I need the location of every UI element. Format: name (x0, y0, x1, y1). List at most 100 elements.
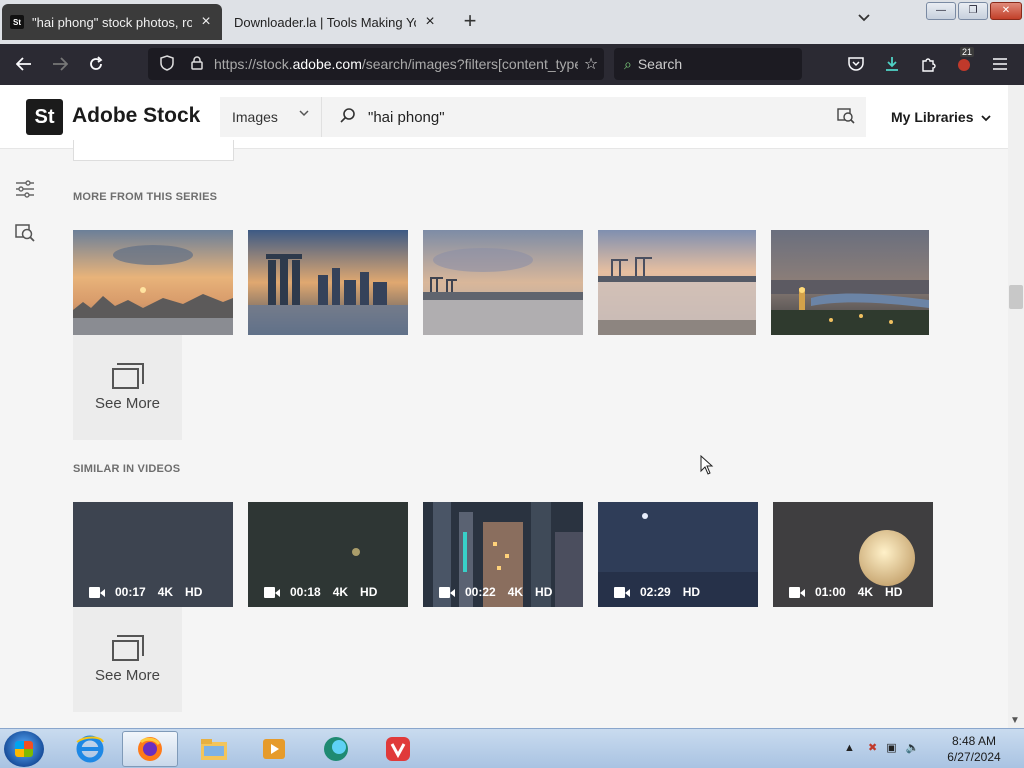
photo-thumbnail[interactable] (423, 230, 583, 335)
photo-thumbnail[interactable] (771, 230, 929, 335)
adobe-stock-favicon-icon: St (10, 15, 24, 29)
video-meta: 00:22 4K HD (423, 585, 583, 599)
video-meta: 00:17 4K HD (73, 585, 233, 599)
video-tag: HD (885, 585, 903, 599)
media-player-icon[interactable] (246, 731, 302, 767)
tab-close-icon[interactable]: × (198, 13, 214, 31)
video-tag: 4K (332, 585, 349, 599)
search-engine-icon: ⌕ (624, 55, 632, 72)
network-icon[interactable]: ✖ (868, 742, 877, 754)
video-tag: 4K (857, 585, 874, 599)
tab-adobe-stock[interactable]: St "hai phong" stock photos, royalty-fre… (2, 4, 222, 40)
visual-search-icon[interactable] (826, 106, 866, 128)
adobe-stock-logo[interactable]: St (26, 99, 63, 135)
see-more-label: See More (94, 667, 161, 684)
forward-arrow-icon[interactable] (48, 52, 72, 76)
adobe-stock-wordmark[interactable]: Adobe Stock (72, 104, 200, 128)
video-meta: 01:00 4K HD (773, 585, 933, 599)
scrollbar-thumb[interactable] (1009, 285, 1023, 309)
video-duration: 01:00 (815, 585, 846, 599)
video-meta: 02:29 HD (598, 585, 758, 599)
video-camera-icon (614, 586, 630, 598)
stack-images-icon (111, 635, 144, 661)
video-tag: 4K (157, 585, 174, 599)
mouse-cursor-icon (700, 455, 714, 475)
scroll-down-arrow-icon[interactable]: ▼ (1010, 715, 1020, 726)
extensions-puzzle-icon[interactable] (916, 52, 940, 76)
window-minimize-button[interactable]: — (926, 2, 956, 20)
shield-icon[interactable] (156, 54, 178, 74)
stock-search-input[interactable]: "hai phong" (322, 97, 866, 137)
url-text[interactable]: https://stock.adobe.com/search/images?fi… (214, 56, 578, 72)
window-maximize-button[interactable]: ❐ (958, 2, 988, 20)
video-camera-icon (264, 586, 280, 598)
vivaldi-icon[interactable] (370, 731, 426, 767)
search-query-text[interactable]: "hai phong" (368, 109, 826, 126)
search-placeholder: Search (637, 56, 683, 72)
browser-tabstrip: St "hai phong" stock photos, royalty-fre… (0, 0, 1024, 44)
taskbar-clock[interactable]: 8:48 AM 6/27/2024 (944, 733, 1004, 765)
downloads-icon[interactable] (880, 52, 904, 76)
photo-thumbnail[interactable] (598, 230, 756, 335)
video-thumbnail[interactable]: 00:18 4K HD (248, 502, 408, 607)
chevron-down-icon (299, 108, 309, 120)
content-type-select[interactable]: Images (220, 97, 322, 137)
clock-date: 6/27/2024 (947, 750, 1001, 764)
back-arrow-icon[interactable] (12, 52, 36, 76)
video-thumbnail[interactable]: 00:17 4K HD (73, 502, 233, 607)
firefox-taskbar-icon[interactable] (122, 731, 178, 767)
video-tag: HD (185, 585, 203, 599)
visual-search-icon[interactable] (14, 222, 36, 244)
bookmark-star-icon[interactable]: ☆ (578, 54, 604, 74)
video-duration: 02:29 (640, 585, 671, 599)
video-tag: 4K (507, 585, 524, 599)
new-tab-button[interactable]: + (458, 8, 482, 36)
tab-downloader[interactable]: Downloader.la | Tools Making Your Life E… (226, 4, 446, 40)
video-duration: 00:17 (115, 585, 146, 599)
app-globe-icon[interactable] (308, 731, 364, 767)
browser-search-field[interactable]: ⌕ Search (614, 48, 802, 80)
reload-icon[interactable] (84, 52, 108, 76)
tab-title: "hai phong" stock photos, royalty-free (32, 14, 192, 30)
my-libraries-menu[interactable]: My Libraries (891, 109, 992, 125)
windows-taskbar: ▲ ✖ ▣ 🔈 8:48 AM 6/27/2024 (0, 728, 1024, 768)
stack-images-icon (111, 363, 144, 389)
address-bar[interactable]: https://stock.adobe.com/search/images?fi… (148, 48, 604, 80)
video-thumbnail[interactable]: 00:22 4K HD (423, 502, 583, 607)
window-close-button[interactable]: ✕ (990, 2, 1022, 20)
action-center-icon[interactable]: ▣ (886, 742, 896, 754)
clock-time: 8:48 AM (951, 734, 997, 748)
lock-icon[interactable] (186, 55, 208, 73)
video-tag: HD (535, 585, 553, 599)
pocket-icon[interactable] (844, 52, 868, 76)
video-camera-icon (439, 586, 455, 598)
video-camera-icon (89, 586, 105, 598)
volume-icon[interactable]: 🔈 (906, 742, 920, 754)
tab-close-icon[interactable]: × (422, 13, 438, 31)
video-tag: HD (360, 585, 378, 599)
content-type-value: Images (232, 109, 278, 125)
internet-explorer-icon[interactable] (62, 731, 118, 767)
series-photo-row (73, 230, 933, 335)
hamburger-menu-icon[interactable] (988, 52, 1012, 76)
browser-toolbar: https://stock.adobe.com/search/images?fi… (0, 44, 1024, 85)
video-meta: 00:18 4K HD (248, 585, 408, 599)
file-explorer-icon[interactable] (186, 731, 242, 767)
photo-thumbnail[interactable] (73, 230, 233, 335)
show-hidden-icons-chevron-icon[interactable]: ▲ (844, 742, 855, 754)
video-camera-icon (789, 586, 805, 598)
see-more-videos-button[interactable]: See More (73, 607, 182, 712)
section-title-more-from-series: MORE FROM THIS SERIES (73, 191, 218, 203)
page-scrollbar[interactable]: ▼ (1008, 85, 1024, 728)
video-duration: 00:22 (465, 585, 496, 599)
see-more-series-button[interactable]: See More (73, 335, 182, 440)
video-thumbnail[interactable]: 01:00 4K HD (773, 502, 933, 607)
video-thumbnail[interactable]: 02:29 HD (598, 502, 758, 607)
filters-sliders-icon[interactable] (14, 180, 36, 202)
start-button[interactable] (4, 731, 44, 767)
list-all-tabs-chevron-icon[interactable] (852, 10, 876, 34)
photo-thumbnail[interactable] (248, 230, 408, 335)
video-duration: 00:18 (290, 585, 321, 599)
tab-title: Downloader.la | Tools Making Your Life E… (234, 14, 416, 30)
system-tray: ▲ ✖ ▣ 🔈 (844, 741, 919, 754)
